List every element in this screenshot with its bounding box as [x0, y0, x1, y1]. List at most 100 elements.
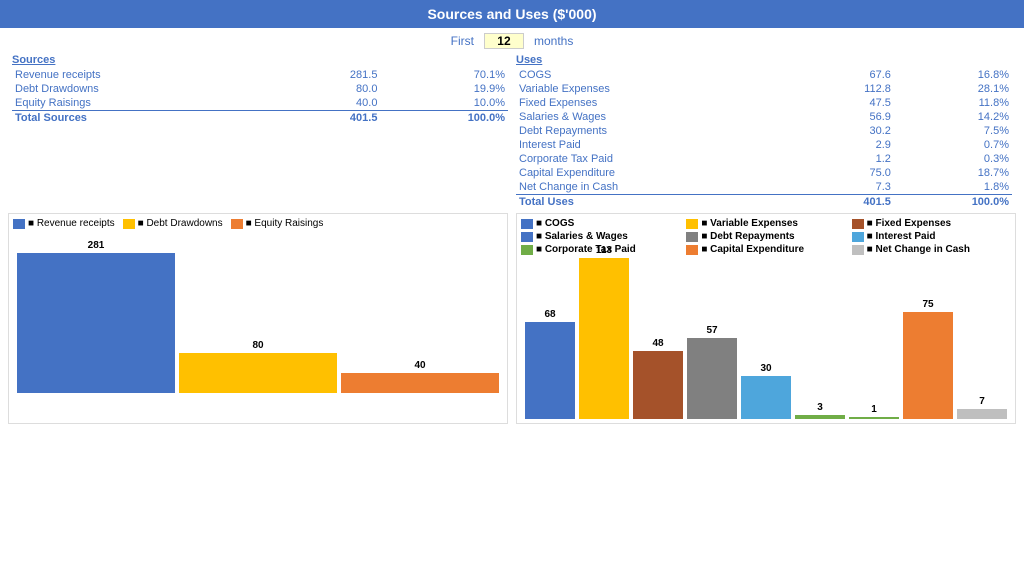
legend-color: [521, 219, 533, 229]
uses-total-label: Total Uses: [516, 195, 802, 210]
bar: [795, 415, 845, 419]
bar-group: 75: [903, 299, 953, 419]
uses-total-row: Total Uses 401.5 100.0%: [516, 195, 1012, 210]
months-input[interactable]: [484, 33, 524, 49]
months-row: First months: [0, 28, 1024, 54]
sources-section: Sources Revenue receipts 281.5 70.1%Debt…: [8, 54, 512, 209]
item-name: Revenue receipts: [12, 68, 282, 82]
bar: [633, 351, 683, 419]
sources-total-row: Total Sources 401.5 100.0%: [12, 111, 508, 126]
bar-group: 3: [795, 402, 845, 419]
legend-color: [852, 245, 864, 255]
item-pct: 16.8%: [894, 68, 1012, 82]
legend-color: [686, 245, 698, 255]
item-pct: 70.1%: [380, 68, 508, 82]
right-chart: ■ COGS ■ Variable Expenses ■ Fixed Expen…: [516, 213, 1016, 424]
item-value: 56.9: [802, 110, 893, 124]
uses-section: Uses COGS 67.6 16.8%Variable Expenses 11…: [512, 54, 1016, 209]
item-pct: 28.1%: [894, 82, 1012, 96]
bar: [903, 312, 953, 419]
item-value: 281.5: [282, 68, 381, 82]
table-row: Variable Expenses 112.8 28.1%: [516, 82, 1012, 96]
table-row: Salaries & Wages 56.9 14.2%: [516, 110, 1012, 124]
item-name: Equity Raisings: [12, 96, 282, 111]
table-row: Equity Raisings 40.0 10.0%: [12, 96, 508, 111]
legend-color: [852, 232, 864, 242]
item-value: 75.0: [802, 166, 893, 180]
uses-table: COGS 67.6 16.8%Variable Expenses 112.8 2…: [516, 68, 1012, 209]
legend-label: ■ Salaries & Wages: [536, 231, 628, 242]
bar-group: 30: [741, 363, 791, 419]
item-pct: 14.2%: [894, 110, 1012, 124]
bar-label: 30: [760, 363, 771, 374]
item-value: 7.3: [802, 180, 893, 195]
main-title: Sources and Uses ($'000): [0, 0, 1024, 28]
bar: [341, 373, 499, 393]
legend-item: ■ Debt Repayments: [686, 231, 845, 242]
item-pct: 0.3%: [894, 152, 1012, 166]
bar-group: 7: [957, 396, 1007, 419]
legend-label: ■ Interest Paid: [867, 231, 936, 242]
item-name: Interest Paid: [516, 138, 802, 152]
item-pct: 0.7%: [894, 138, 1012, 152]
bar-label: 113: [596, 245, 612, 256]
bar-label: 3: [817, 402, 823, 413]
item-value: 2.9: [802, 138, 893, 152]
bar-label: 75: [922, 299, 933, 310]
legend-item: ■ Salaries & Wages: [521, 231, 680, 242]
left-chart: ■ Revenue receipts ■ Debt Drawdowns ■ Eq…: [8, 213, 508, 424]
months-label-after: months: [534, 34, 573, 48]
table-row: Interest Paid 2.9 0.7%: [516, 138, 1012, 152]
item-name: Debt Repayments: [516, 124, 802, 138]
item-name: Capital Expenditure: [516, 166, 802, 180]
legend-color: [686, 232, 698, 242]
table-row: Fixed Expenses 47.5 11.8%: [516, 96, 1012, 110]
legend-label: ■ Net Change in Cash: [867, 244, 970, 255]
legend-item: ■ Debt Drawdowns: [123, 218, 223, 229]
left-legend: ■ Revenue receipts ■ Debt Drawdowns ■ Eq…: [13, 218, 503, 229]
item-value: 30.2: [802, 124, 893, 138]
item-pct: 7.5%: [894, 124, 1012, 138]
sources-table: Revenue receipts 281.5 70.1%Debt Drawdow…: [12, 68, 508, 125]
bar: [579, 258, 629, 419]
bar-label: 7: [979, 396, 985, 407]
bar: [741, 376, 791, 419]
table-row: Corporate Tax Paid 1.2 0.3%: [516, 152, 1012, 166]
right-bar-chart: 68 113 48 57 30 3 1 75 7: [521, 259, 1011, 419]
item-name: Corporate Tax Paid: [516, 152, 802, 166]
uses-header: Uses: [516, 54, 1012, 66]
item-value: 40.0: [282, 96, 381, 111]
item-name: COGS: [516, 68, 802, 82]
item-value: 47.5: [802, 96, 893, 110]
legend-item: ■ Interest Paid: [852, 231, 1011, 242]
table-row: Debt Drawdowns 80.0 19.9%: [12, 82, 508, 96]
item-name: Fixed Expenses: [516, 96, 802, 110]
uses-total-value: 401.5: [802, 195, 893, 210]
legend-item: ■ Capital Expenditure: [686, 244, 845, 255]
legend-color: [852, 219, 864, 229]
item-value: 112.8: [802, 82, 893, 96]
table-row: Revenue receipts 281.5 70.1%: [12, 68, 508, 82]
table-row: Debt Repayments 30.2 7.5%: [516, 124, 1012, 138]
legend-label: ■ Revenue receipts: [28, 218, 115, 229]
legend-item: ■ COGS: [521, 218, 680, 229]
item-value: 67.6: [802, 68, 893, 82]
legend-color: [13, 219, 25, 229]
legend-label: ■ Capital Expenditure: [701, 244, 804, 255]
uses-total-pct: 100.0%: [894, 195, 1012, 210]
bar-label: 57: [706, 325, 717, 336]
bar-group: 113: [579, 245, 629, 419]
legend-label: ■ Variable Expenses: [701, 218, 798, 229]
legend-label: ■ Debt Repayments: [701, 231, 794, 242]
item-pct: 18.7%: [894, 166, 1012, 180]
left-bar-chart: 281 80 40: [13, 233, 503, 393]
bar: [957, 409, 1007, 419]
item-pct: 10.0%: [380, 96, 508, 111]
legend-item: ■ Equity Raisings: [231, 218, 324, 229]
months-label-first: First: [451, 34, 474, 48]
item-name: Debt Drawdowns: [12, 82, 282, 96]
table-row: Capital Expenditure 75.0 18.7%: [516, 166, 1012, 180]
bar: [849, 417, 899, 419]
bar: [179, 353, 337, 393]
bar-group: 57: [687, 325, 737, 419]
